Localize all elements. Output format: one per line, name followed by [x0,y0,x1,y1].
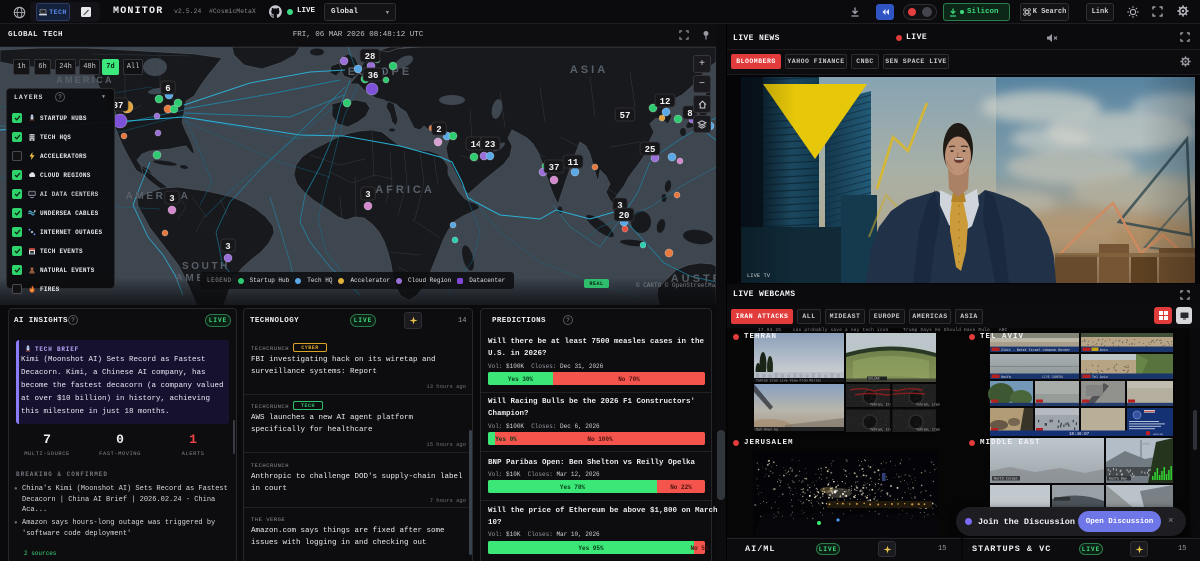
svg-text:2: 2 [436,125,441,135]
svg-text:57: 57 [620,111,631,121]
svg-text:20: 20 [619,211,630,221]
svg-text:11: 11 [568,158,579,168]
svg-text:AMERICA: AMERICA [126,191,191,202]
svg-text:AFRICA: AFRICA [375,184,435,196]
svg-text:3: 3 [169,194,174,204]
svg-text:25: 25 [645,145,656,155]
svg-text:AMERICA: AMERICA [56,75,113,85]
svg-text:28: 28 [365,52,376,62]
svg-text:8: 8 [687,109,692,119]
svg-text:3: 3 [225,242,230,252]
svg-text:ASIA: ASIA [570,64,608,76]
svg-text:LIVE TV: LIVE TV [747,272,771,279]
svg-text:6: 6 [165,84,170,94]
svg-text:37: 37 [549,163,560,173]
svg-text:SOUTH: SOUTH [182,261,230,272]
svg-text:12: 12 [660,97,671,107]
svg-text:36: 36 [368,71,379,81]
svg-text:3: 3 [365,190,370,200]
svg-text:23: 23 [485,140,496,150]
